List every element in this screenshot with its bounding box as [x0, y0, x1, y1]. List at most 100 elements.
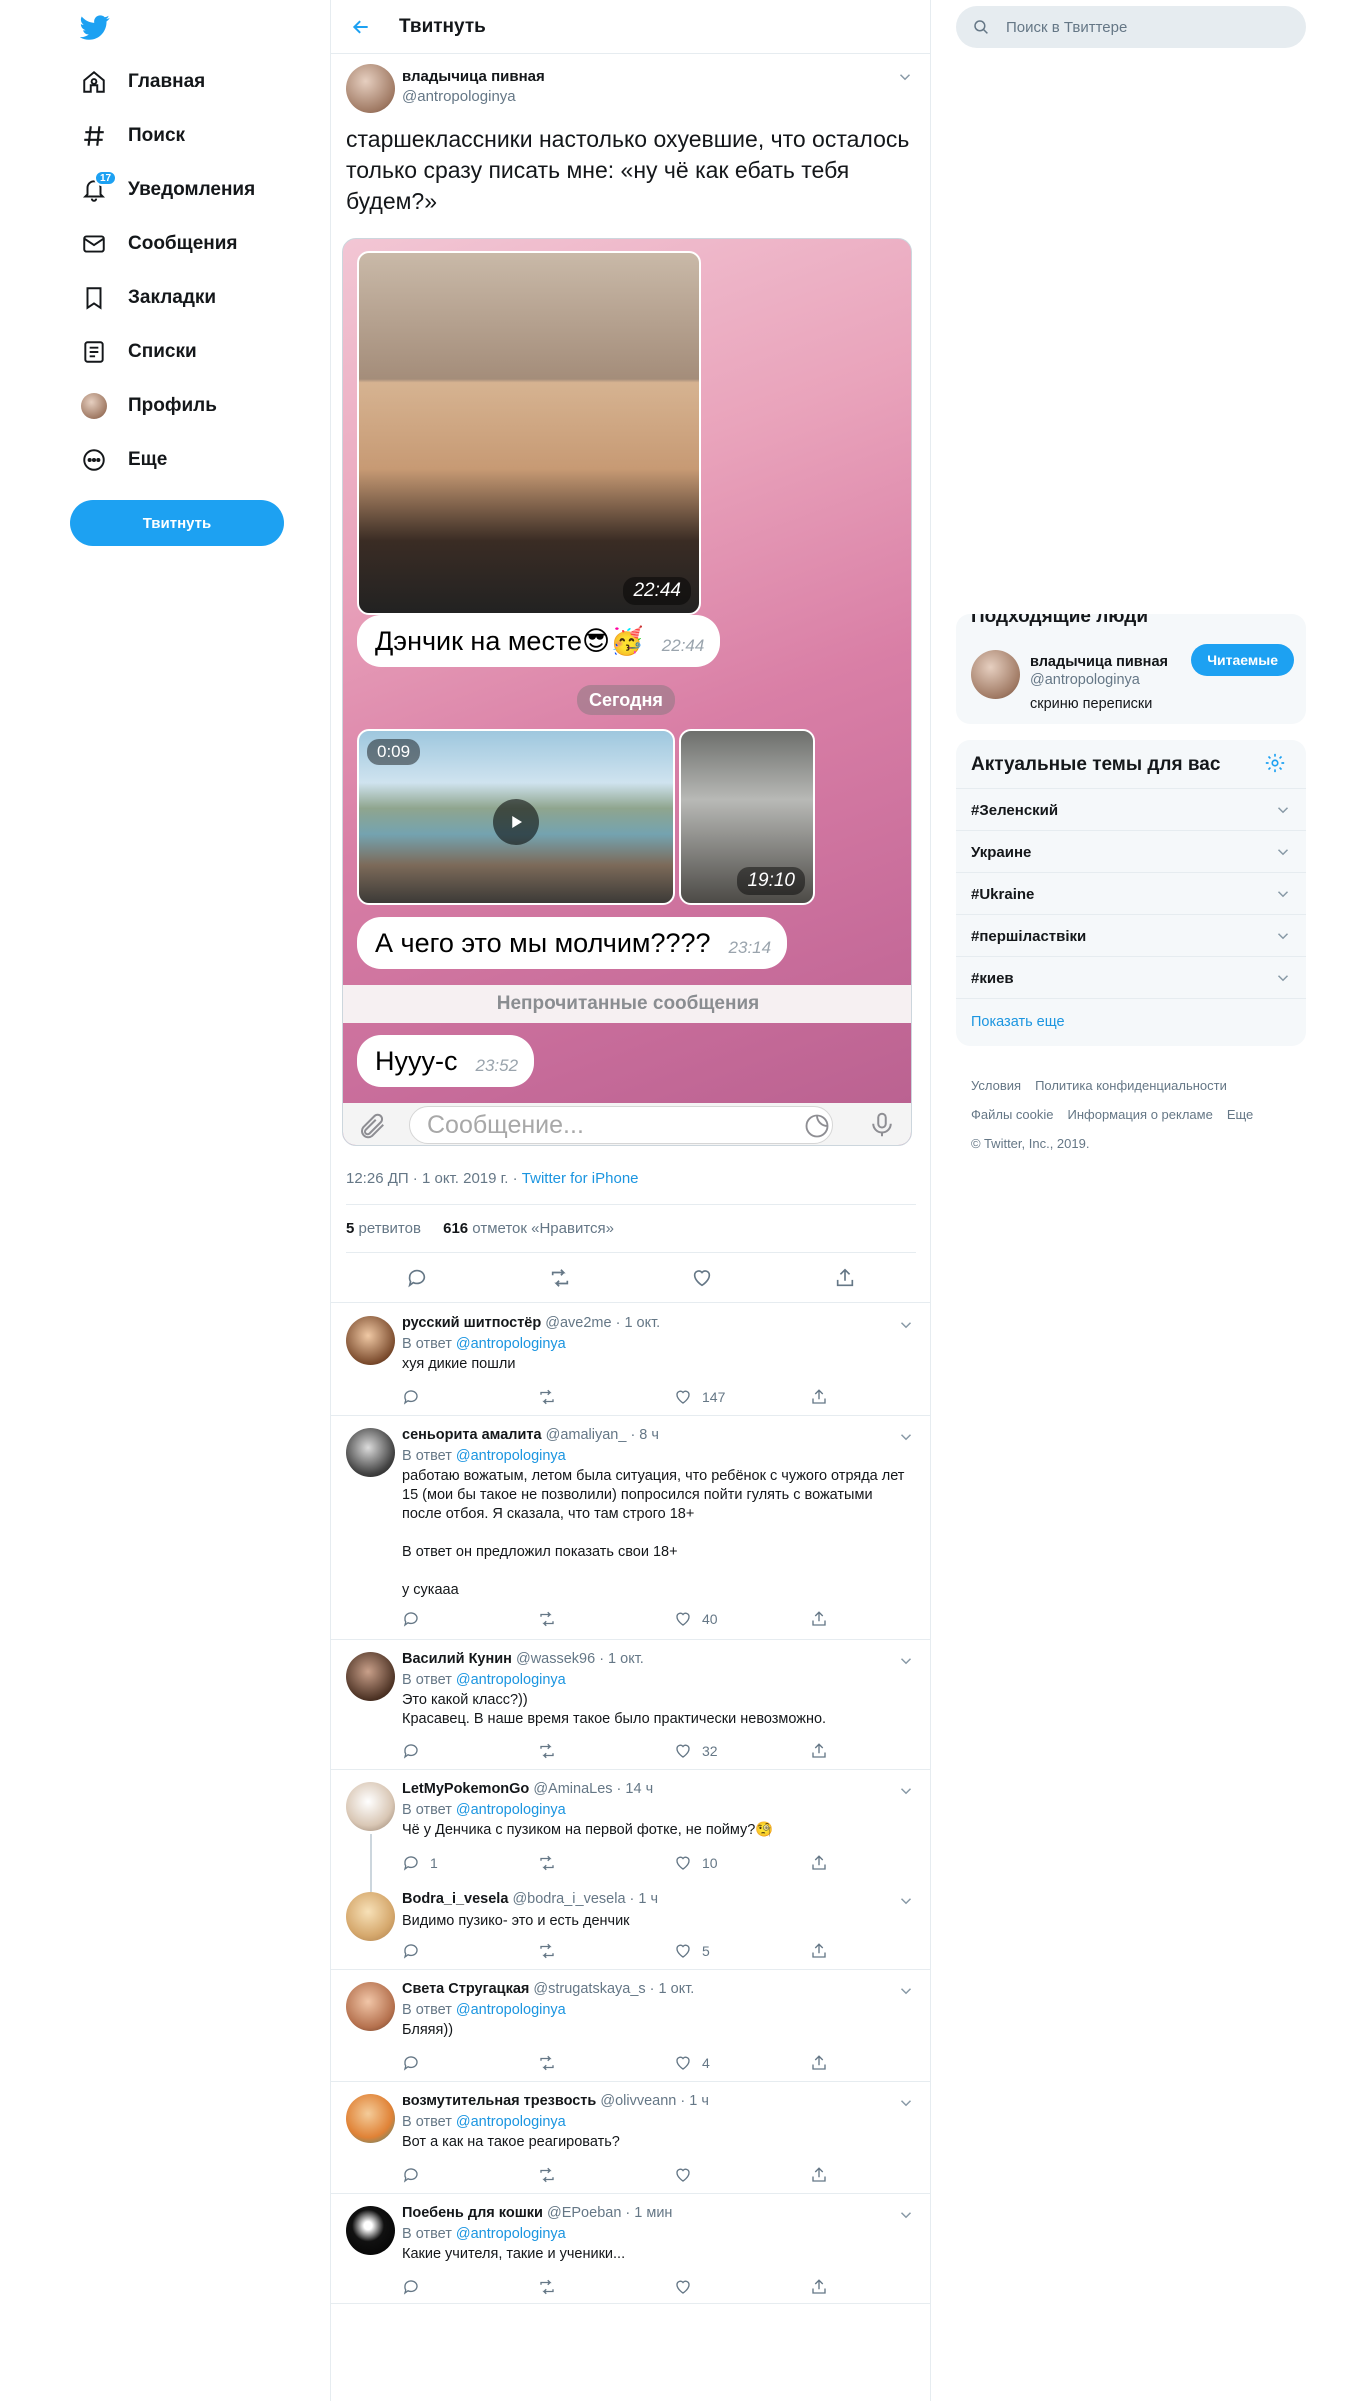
reply-author-name[interactable]: Bodra_i_vesela	[402, 1891, 508, 1907]
reply-icon[interactable]	[402, 1386, 430, 1408]
retweet-icon[interactable]	[537, 1608, 557, 1630]
replying-to-mention[interactable]: @antropologinya	[456, 2002, 566, 2018]
share-icon[interactable]	[810, 1386, 828, 1408]
replying-to-mention[interactable]: @antropologinya	[456, 2114, 566, 2130]
reply-author-meta[interactable]: @AminaLes · 14 ч	[533, 1781, 653, 1797]
reply-tweet[interactable]: возмутительная трезвость @olivveann · 1 …	[331, 2082, 931, 2194]
nav-more[interactable]: Еще	[80, 436, 290, 484]
reply-menu-chevron-icon[interactable]	[897, 1782, 915, 1800]
author-avatar[interactable]	[346, 64, 395, 113]
reply-menu-chevron-icon[interactable]	[897, 1892, 915, 1910]
suggested-user-handle[interactable]: @antropologinya	[1030, 672, 1140, 688]
retweet-icon[interactable]	[537, 1852, 557, 1874]
suggested-user-name[interactable]: владычица пивная	[1030, 654, 1168, 670]
tweet-timestamp[interactable]: 12:26 ДП · 1 окт. 2019 г. ·	[346, 1170, 522, 1187]
trend-item[interactable]: #Зеленский	[956, 788, 1306, 830]
reply-avatar[interactable]	[346, 1428, 395, 1477]
reply-icon[interactable]: 1	[402, 1852, 438, 1874]
reply-author-name[interactable]: возмутительная трезвость	[402, 2093, 596, 2109]
author-name[interactable]: владычица пивная	[402, 68, 545, 85]
reply-menu-chevron-icon[interactable]	[897, 1652, 915, 1670]
share-icon[interactable]	[810, 1940, 828, 1962]
chevron-down-icon[interactable]	[1274, 801, 1292, 819]
suggested-user-avatar[interactable]	[971, 650, 1020, 699]
retweet-icon[interactable]	[537, 2052, 557, 2074]
retweet-icon[interactable]	[548, 1266, 572, 1290]
tweet-menu-chevron-icon[interactable]	[896, 68, 914, 86]
trend-item[interactable]: #киев	[956, 956, 1306, 998]
reply-author-meta[interactable]: @bodra_i_vesela · 1 ч	[512, 1891, 658, 1907]
like-heart-icon[interactable]: 10	[674, 1852, 718, 1874]
share-icon[interactable]	[810, 2052, 828, 2074]
nav-lists[interactable]: Списки	[80, 328, 290, 376]
chevron-down-icon[interactable]	[1274, 885, 1292, 903]
reply-menu-chevron-icon[interactable]	[897, 1982, 915, 2000]
reply-author-name[interactable]: Света Стругацкая	[402, 1981, 529, 1997]
reply-icon[interactable]	[405, 1266, 429, 1290]
share-icon[interactable]	[833, 1266, 857, 1290]
like-heart-icon[interactable]: 5	[674, 1940, 710, 1962]
tweet-source-link[interactable]: Twitter for iPhone	[522, 1170, 639, 1187]
reply-tweet[interactable]: Василий Кунин @wassek96 · 1 окт. В ответ …	[331, 1640, 931, 1770]
show-more-link[interactable]: Показать еще	[971, 1014, 1065, 1030]
retweet-icon[interactable]	[537, 1740, 557, 1762]
replying-to-mention[interactable]: @antropologinya	[456, 1802, 566, 1818]
share-icon[interactable]	[810, 2164, 828, 2186]
reply-author-meta[interactable]: @strugatskaya_s · 1 окт.	[533, 1981, 694, 1997]
like-heart-icon[interactable]	[690, 1266, 714, 1290]
reply-avatar[interactable]	[346, 2206, 395, 2255]
reply-tweet[interactable]: сеньорита амалита @amaliyan_ · 8 ч В отве…	[331, 1416, 931, 1640]
reply-icon[interactable]	[402, 2052, 430, 2074]
reply-author-name[interactable]: сеньорита амалита	[402, 1427, 542, 1443]
reply-avatar[interactable]	[346, 1316, 395, 1365]
chevron-down-icon[interactable]	[1274, 927, 1292, 945]
likes-stat[interactable]: 616 отметок «Нравится»	[443, 1220, 614, 1237]
retweet-icon[interactable]	[537, 2276, 557, 2298]
reply-author-name[interactable]: Василий Кунин	[402, 1651, 512, 1667]
share-icon[interactable]	[810, 2276, 828, 2298]
footer-link[interactable]: Условия	[971, 1078, 1021, 1093]
footer-more-link[interactable]: Еще	[1227, 1107, 1253, 1122]
twitter-bird-icon[interactable]	[80, 12, 110, 42]
chevron-down-icon[interactable]	[1274, 843, 1292, 861]
nav-home[interactable]: Главная	[80, 58, 290, 106]
nav-notifications[interactable]: 17 Уведомления	[80, 166, 290, 214]
trend-item[interactable]: #першіластвіки	[956, 914, 1306, 956]
reply-menu-chevron-icon[interactable]	[897, 1428, 915, 1446]
footer-link[interactable]: Политика конфиденциальности	[1035, 1078, 1227, 1093]
reply-author-meta[interactable]: @amaliyan_ · 8 ч	[546, 1427, 659, 1443]
reply-author-meta[interactable]: @wassek96 · 1 окт.	[516, 1651, 644, 1667]
footer-link[interactable]: Файлы cookie	[971, 1107, 1054, 1122]
reply-menu-chevron-icon[interactable]	[897, 2206, 915, 2224]
like-heart-icon[interactable]	[674, 2276, 702, 2298]
share-icon[interactable]	[810, 1852, 828, 1874]
retweet-icon[interactable]	[537, 2164, 557, 2186]
replying-to-mention[interactable]: @antropologinya	[456, 1448, 566, 1464]
like-heart-icon[interactable]	[674, 2164, 702, 2186]
compose-tweet-button[interactable]: Твитнуть	[70, 500, 284, 546]
reply-avatar[interactable]	[346, 1782, 395, 1831]
chevron-down-icon[interactable]	[1274, 969, 1292, 987]
replying-to-mention[interactable]: @antropologinya	[456, 2226, 566, 2242]
like-heart-icon[interactable]: 40	[674, 1608, 718, 1630]
reply-menu-chevron-icon[interactable]	[897, 2094, 915, 2112]
reply-author-meta[interactable]: @ave2me · 1 окт.	[545, 1315, 660, 1331]
reply-icon[interactable]	[402, 1940, 430, 1962]
show-more-row[interactable]: Показать еще	[956, 998, 1306, 1046]
follow-button[interactable]: Читаемые	[1191, 644, 1294, 676]
reply-author-meta[interactable]: @EPoeban · 1 мин	[547, 2205, 672, 2221]
reply-icon[interactable]	[402, 2276, 430, 2298]
reply-author-meta[interactable]: @olivveann · 1 ч	[600, 2093, 709, 2109]
tweet-media-image[interactable]: 22:44 Дэнчик на месте😎🥳 22:44 Сегодня 0:…	[342, 238, 912, 1146]
reply-tweet[interactable]: Bodra_i_vesela @bodra_i_vesela · 1 ч Види…	[331, 1880, 931, 1970]
nav-messages[interactable]: Сообщения	[80, 220, 290, 268]
like-heart-icon[interactable]: 147	[674, 1386, 725, 1408]
reply-avatar[interactable]	[346, 1892, 395, 1941]
reply-icon[interactable]	[402, 2164, 430, 2186]
reply-avatar[interactable]	[346, 1982, 395, 2031]
nav-profile[interactable]: Профиль	[80, 382, 290, 430]
retweet-icon[interactable]	[537, 1940, 557, 1962]
reply-author-name[interactable]: LetMyPokemonGo	[402, 1781, 529, 1797]
like-heart-icon[interactable]: 32	[674, 1740, 718, 1762]
trend-item[interactable]: Украине	[956, 830, 1306, 872]
